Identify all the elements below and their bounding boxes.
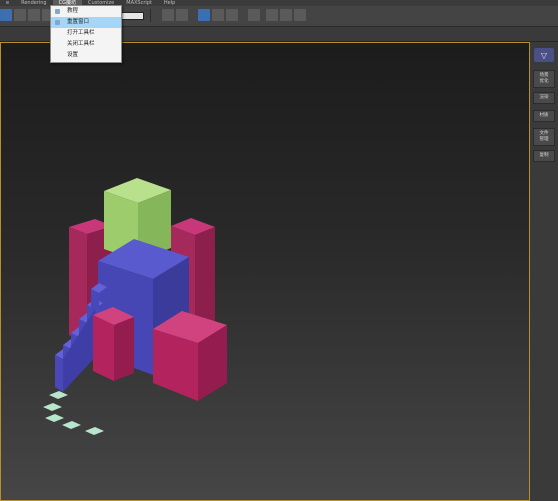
toolbar-separator — [150, 9, 151, 22]
perspective-viewport[interactable] — [0, 42, 530, 501]
dropdown-item-reset-window[interactable]: 重置窗口 — [51, 17, 121, 28]
angle-snap-icon[interactable] — [28, 9, 40, 21]
rendered-frame-icon[interactable] — [280, 9, 292, 21]
mint-plates — [43, 391, 104, 435]
snap-toggle-icon[interactable] — [14, 9, 26, 21]
schematic-view-icon[interactable] — [226, 9, 238, 21]
dropdown-item-settings[interactable]: 设置 — [51, 50, 121, 61]
dropdown-item-close-toolbar[interactable]: 关闭工具栏 — [51, 39, 121, 50]
layer-manager-icon[interactable] — [198, 9, 210, 21]
select-tool-icon[interactable] — [0, 9, 12, 21]
magenta-box-front-left — [93, 307, 134, 381]
tab-file-manage[interactable]: 文件 管理 — [533, 128, 555, 146]
render-setup-icon[interactable] — [266, 9, 278, 21]
plugin-side-panel: ▽ 场景 优化 渲染 材质 文件 管理 复制 — [530, 42, 558, 501]
scene-canvas — [43, 178, 227, 435]
mirror-icon[interactable] — [162, 9, 174, 21]
render-teapot-icon[interactable] — [294, 9, 306, 21]
tab-scene-optimize[interactable]: 场景 优化 — [533, 70, 555, 88]
dropdown-item-open-toolbar[interactable]: 打开工具栏 — [51, 28, 121, 39]
plugin-logo-icon[interactable]: ▽ — [534, 48, 554, 62]
tab-copy[interactable]: 复制 — [533, 150, 555, 162]
material-editor-icon[interactable] — [248, 9, 260, 21]
cgmofang-dropdown-menu: 教程 重置窗口 打开工具栏 关闭工具栏 设置 — [50, 5, 122, 63]
tutorial-icon — [55, 9, 60, 14]
curve-editor-icon[interactable] — [212, 9, 224, 21]
align-icon[interactable] — [176, 9, 188, 21]
magenta-box-front-right — [153, 311, 227, 401]
tab-render[interactable]: 渲染 — [533, 92, 555, 104]
tab-material[interactable]: 材质 — [533, 110, 555, 122]
dropdown-item-tutorial[interactable]: 教程 — [51, 6, 121, 17]
reset-window-icon — [55, 20, 60, 25]
